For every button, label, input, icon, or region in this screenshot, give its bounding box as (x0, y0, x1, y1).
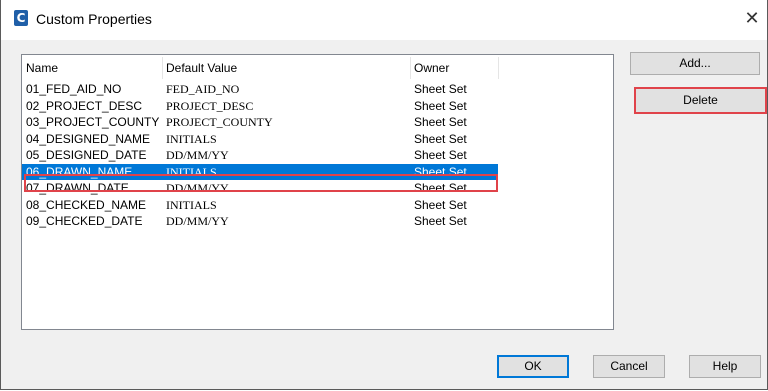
table-row[interactable]: 01_FED_AID_NO FED_AID_NO Sheet Set (22, 81, 613, 98)
row-name-cell: 06_DRAWN_NAME (26, 164, 133, 179)
row-default-value-cell: DD/MM/YY (166, 214, 229, 228)
row-name-cell: 02_PROJECT_DESC (26, 98, 143, 113)
row-owner-cell: Sheet Set (414, 148, 467, 162)
row-owner-cell: Sheet Set (414, 197, 467, 212)
row-default-value-cell: FED_AID_NO (166, 82, 240, 96)
row-name-cell: 09_CHECKED_DATE (26, 214, 143, 228)
row-default-value-cell: DD/MM/YY (166, 181, 229, 195)
cancel-button[interactable]: Cancel (593, 355, 665, 378)
list-rows: 01_FED_AID_NO FED_AID_NO Sheet Set 02_PROJE… (22, 81, 613, 230)
ok-button[interactable]: OK (497, 355, 569, 378)
column-header-default-value[interactable]: Default Value (162, 55, 410, 79)
list-header: Name Default Value Owner (22, 55, 613, 79)
row-name-cell: 04_DESIGNED_NAME (26, 131, 151, 146)
help-button[interactable]: Help (689, 355, 761, 378)
dialog-title: Custom Properties (36, 11, 152, 27)
row-name-cell: 03_PROJECT_COUNTY (26, 115, 160, 129)
column-header-name[interactable]: Name (22, 55, 162, 79)
table-row[interactable]: 05_DESIGNED_DATE DD/MM/YY Sheet Set (22, 147, 613, 164)
row-default-value-cell: INITIALS (166, 131, 217, 146)
delete-button[interactable]: Delete (634, 87, 767, 114)
table-row[interactable]: 03_PROJECT_COUNTY PROJECT_COUNTY Sheet Set (22, 114, 613, 131)
row-default-value-cell: DD/MM/YY (166, 148, 229, 162)
row-name-cell: 07_DRAWN_DATE (26, 181, 129, 195)
row-owner-cell: Sheet Set (414, 131, 467, 146)
row-owner-cell: Sheet Set (414, 82, 467, 96)
row-default-value-cell: INITIALS (166, 164, 217, 179)
row-owner-cell: Sheet Set (414, 98, 467, 113)
row-name-cell: 08_CHECKED_NAME (26, 197, 147, 212)
row-name-cell: 05_DESIGNED_DATE (26, 148, 147, 162)
row-default-value-cell: INITIALS (166, 197, 217, 212)
row-owner-cell: Sheet Set (414, 181, 467, 195)
title-bar: C Custom Properties ✕ (1, 0, 767, 40)
row-default-value-cell: PROJECT_DESC (166, 98, 254, 113)
row-owner-cell: Sheet Set (414, 164, 467, 179)
row-name-cell: 01_FED_AID_NO (26, 82, 122, 96)
app-icon: C (14, 10, 28, 26)
table-row[interactable]: 06_DRAWN_NAME INITIALS Sheet Set (22, 163, 498, 180)
row-owner-cell: Sheet Set (414, 115, 467, 129)
table-row[interactable]: 07_DRAWN_DATE DD/MM/YY Sheet Set (22, 180, 613, 197)
properties-list[interactable]: Name Default Value Owner 01_FED_AID_NO FE… (21, 54, 614, 330)
table-row[interactable]: 02_PROJECT_DESC PROJECT_DESC Sheet Set (22, 98, 613, 115)
table-row[interactable]: 04_DESIGNED_NAME INITIALS Sheet Set (22, 131, 613, 148)
column-header-owner[interactable]: Owner (410, 55, 500, 79)
row-default-value-cell: PROJECT_COUNTY (166, 115, 273, 129)
close-icon[interactable]: ✕ (739, 7, 765, 31)
add-button[interactable]: Add... (630, 52, 760, 75)
table-row[interactable]: 09_CHECKED_DATE DD/MM/YY Sheet Set (22, 213, 613, 230)
column-divider[interactable] (498, 57, 499, 79)
row-owner-cell: Sheet Set (414, 214, 467, 228)
table-row[interactable]: 08_CHECKED_NAME INITIALS Sheet Set (22, 197, 613, 214)
custom-properties-dialog: C Custom Properties ✕ Name Default Value… (0, 0, 768, 390)
